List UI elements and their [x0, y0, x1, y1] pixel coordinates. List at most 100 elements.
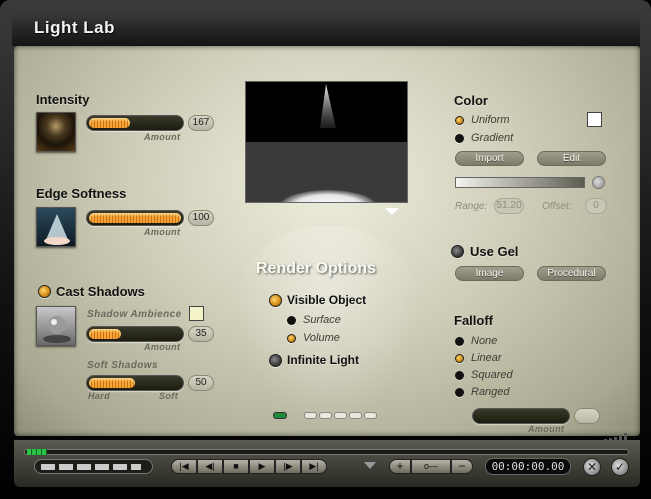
intensity-amount-label: Amount: [144, 132, 181, 142]
cast-shadows-heading: Cast Shadows: [56, 284, 145, 299]
play-button[interactable]: ▶: [249, 459, 275, 474]
light-preview[interactable]: [245, 81, 408, 203]
keyframe-slot-markers: [41, 464, 141, 470]
edge-softness-value[interactable]: 100: [188, 210, 214, 226]
falloff-amount-slider[interactable]: [472, 408, 570, 424]
edge-softness-slider-fill: [89, 213, 181, 223]
options-down-arrow[interactable]: [364, 462, 376, 469]
uniform-label: Uniform: [471, 114, 510, 126]
stop-button[interactable]: ■: [223, 459, 249, 474]
intensity-slider[interactable]: [86, 115, 184, 131]
go-to-start-button[interactable]: |◀: [171, 459, 197, 474]
key-icon[interactable]: o—: [411, 459, 451, 474]
volume-radio[interactable]: [287, 334, 296, 343]
previous-frame-button[interactable]: ◀|: [197, 459, 223, 474]
cast-shadows-toggle[interactable]: [38, 285, 51, 298]
intensity-heading: Intensity: [36, 92, 90, 107]
uniform-radio[interactable]: [455, 116, 464, 125]
gradient-bar[interactable]: [455, 177, 585, 188]
cone-icon: [44, 214, 70, 245]
page-indicator-active[interactable]: [273, 412, 287, 419]
gradient-radio[interactable]: [455, 134, 464, 143]
falloff-linear-label: Linear: [471, 352, 502, 364]
falloff-amount-value[interactable]: [574, 408, 600, 424]
ok-button[interactable]: ✓: [611, 458, 629, 476]
keyframe-slots[interactable]: [34, 459, 153, 474]
intensity-value[interactable]: 167: [188, 115, 214, 131]
remove-keyframe-button[interactable]: −: [451, 459, 473, 474]
page-indicator-3[interactable]: [334, 412, 347, 419]
gradient-label: Gradient: [471, 132, 514, 144]
shadow-ambience-value[interactable]: 35: [188, 326, 214, 342]
color-heading: Color: [454, 93, 488, 108]
sphere-icon: [43, 316, 71, 343]
main-panel: Intensity Amount 167 Edge Softness Amoun…: [14, 46, 640, 443]
surface-radio[interactable]: [287, 316, 296, 325]
shadow-ambience-label: Shadow Ambience: [87, 309, 182, 320]
falloff-none-label: None: [471, 335, 498, 347]
cancel-button[interactable]: ✕: [583, 458, 601, 476]
page-indicator-5[interactable]: [364, 412, 377, 419]
range-value[interactable]: 51.20: [494, 198, 524, 214]
use-gel-toggle[interactable]: [451, 245, 464, 258]
shadow-ambience-swatch[interactable]: [189, 306, 204, 321]
title-bar[interactable]: Light Lab: [12, 10, 640, 46]
edge-softness-slider[interactable]: [86, 210, 184, 226]
next-frame-button[interactable]: |▶: [275, 459, 301, 474]
page-indicator-1[interactable]: [304, 412, 317, 419]
volume-label: Volume: [303, 332, 340, 344]
edit-button[interactable]: Edit: [537, 151, 606, 166]
falloff-squared-radio[interactable]: [455, 371, 464, 380]
cast-shadows-thumbnail: [36, 306, 76, 346]
spotlight-preview-image: [246, 82, 407, 202]
soft-shadows-soft-label: Soft: [159, 391, 179, 401]
soft-shadows-slider-fill: [89, 378, 135, 388]
infinite-light-toggle[interactable]: [269, 354, 282, 367]
preview-options-arrow[interactable]: [385, 208, 399, 215]
use-gel-heading: Use Gel: [470, 244, 519, 259]
color-swatch[interactable]: [587, 112, 602, 127]
edge-softness-amount-label: Amount: [144, 227, 181, 237]
page-indicator-4[interactable]: [349, 412, 362, 419]
timeline-bar: |◀ ◀| ■ ▶ |▶ ▶| + o— − 00:00:00.00 ✕ ✓: [14, 440, 640, 487]
falloff-heading: Falloff: [454, 313, 493, 328]
level-meter-icon: [594, 430, 630, 443]
soft-shadows-label: Soft Shadows: [87, 360, 158, 371]
render-options-heading: Render Options: [256, 260, 377, 277]
intensity-slider-fill: [89, 118, 130, 128]
surface-label: Surface: [303, 314, 341, 326]
shadow-ambience-amount-label: Amount: [144, 342, 181, 352]
visible-object-label: Visible Object: [287, 293, 367, 307]
page-indicator-2[interactable]: [319, 412, 332, 419]
gel-procedural-button[interactable]: Procedural: [537, 266, 606, 281]
offset-value[interactable]: 0: [585, 198, 607, 214]
infinite-light-label: Infinite Light: [287, 353, 359, 367]
soft-shadows-value[interactable]: 50: [188, 375, 214, 391]
window-title: Light Lab: [34, 18, 115, 37]
add-keyframe-button[interactable]: +: [389, 459, 411, 474]
falloff-ranged-label: Ranged: [471, 386, 510, 398]
light-lab-window: Light Lab Intensity Amount 167 Edge Soft…: [0, 0, 651, 499]
go-to-end-button[interactable]: ▶|: [301, 459, 327, 474]
edge-softness-thumbnail: [36, 207, 76, 247]
falloff-squared-label: Squared: [471, 369, 513, 381]
falloff-ranged-radio[interactable]: [455, 388, 464, 397]
time-display[interactable]: 00:00:00.00: [485, 458, 571, 475]
gradient-knob[interactable]: [592, 176, 605, 189]
import-button[interactable]: Import: [455, 151, 524, 166]
shadow-ambience-slider-fill: [89, 329, 121, 339]
edge-softness-heading: Edge Softness: [36, 186, 127, 201]
timeline-track[interactable]: [24, 449, 629, 455]
offset-label: Offset:: [542, 201, 572, 212]
shadow-ambience-slider[interactable]: [86, 326, 184, 342]
intensity-thumbnail: [36, 112, 76, 152]
visible-object-toggle[interactable]: [269, 294, 282, 307]
gel-image-button[interactable]: Image: [455, 266, 524, 281]
falloff-none-radio[interactable]: [455, 337, 464, 346]
soft-shadows-hard-label: Hard: [88, 391, 111, 401]
timeline-playhead[interactable]: [27, 449, 47, 455]
render-options-area: [232, 226, 422, 426]
soft-shadows-slider[interactable]: [86, 375, 184, 391]
falloff-amount-label: Amount: [528, 424, 565, 434]
falloff-linear-radio[interactable]: [455, 354, 464, 363]
